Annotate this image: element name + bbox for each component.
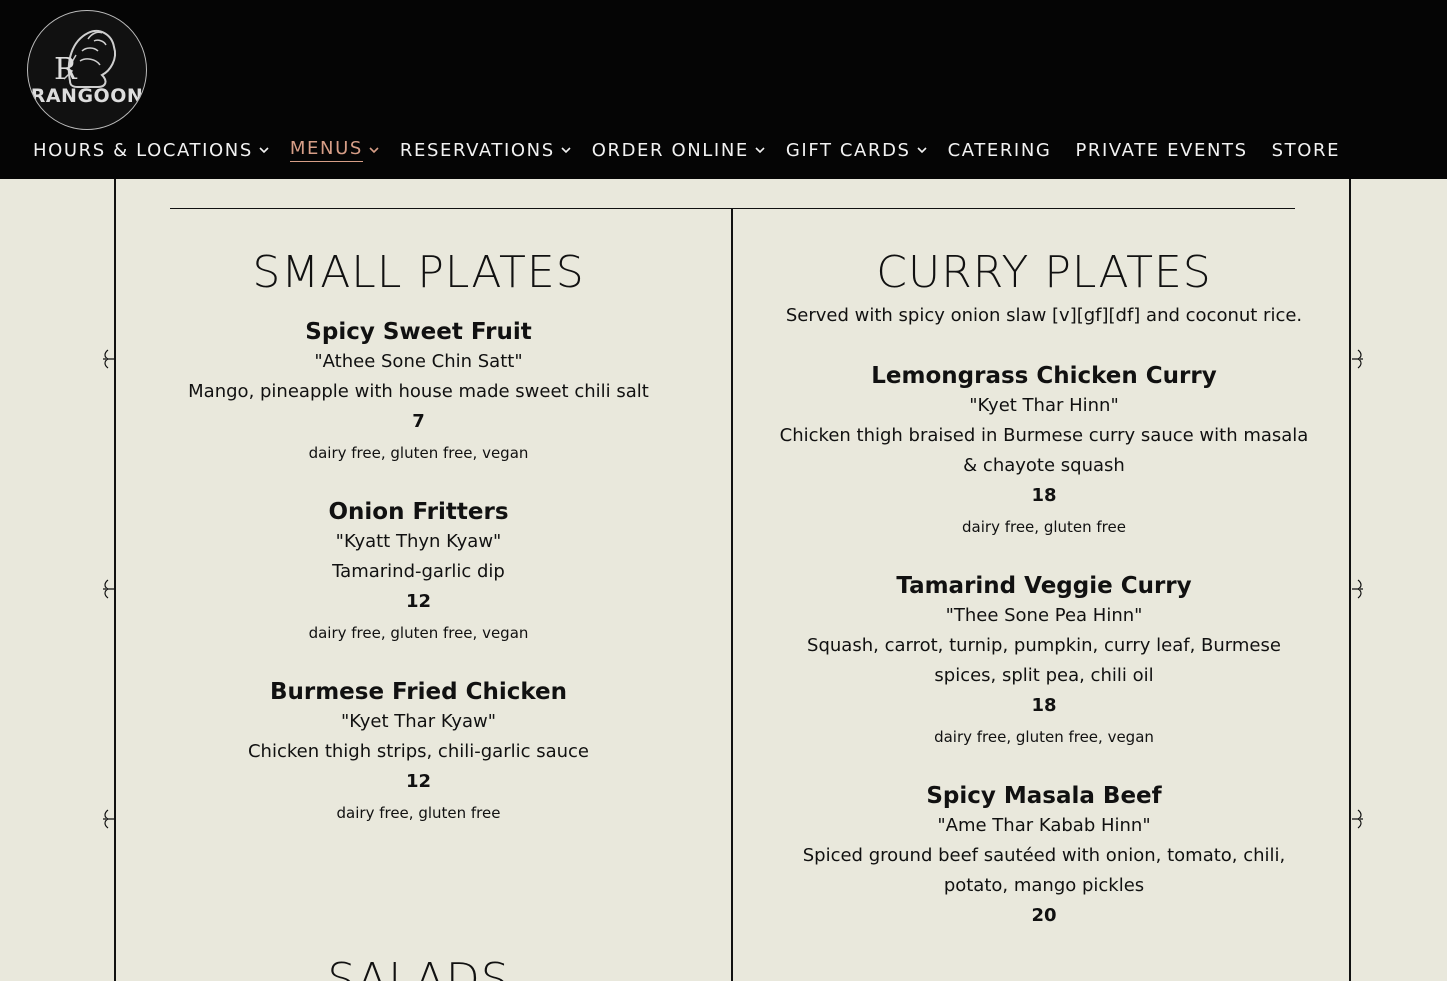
nav-hours-locations[interactable]: HOURS & LOCATIONS bbox=[33, 136, 270, 164]
menu-item: Lemongrass Chicken Curry "Kyet Thar Hinn… bbox=[775, 361, 1313, 543]
nav-reservations[interactable]: RESERVATIONS bbox=[400, 136, 572, 164]
item-price: 20 bbox=[1031, 905, 1057, 926]
nav-store[interactable]: STORE bbox=[1272, 136, 1340, 164]
ornament-icon bbox=[103, 809, 114, 829]
nav-label: CATERING bbox=[947, 139, 1052, 161]
nav-label: STORE bbox=[1271, 139, 1341, 161]
nav-gift-cards[interactable]: GIFT CARDS bbox=[786, 136, 928, 164]
menu-item: Onion Fritters "Kyatt Thyn Kyaw" Tamarin… bbox=[150, 497, 687, 649]
item-price: 7 bbox=[412, 411, 425, 432]
ornament-icon bbox=[1352, 809, 1363, 829]
column-divider bbox=[731, 209, 733, 981]
small-plates-section: SMALL PLATES Spicy Sweet Fruit "Athee So… bbox=[150, 245, 687, 829]
salads-section: SALADS bbox=[150, 952, 687, 981]
curry-plates-section: CURRY PLATES Served with spicy onion sla… bbox=[775, 245, 1313, 931]
menu-item: Tamarind Veggie Curry "Thee Sone Pea Hin… bbox=[775, 571, 1313, 753]
nav-label: MENUS bbox=[289, 138, 363, 162]
svg-text:R: R bbox=[54, 52, 78, 87]
section-title: CURRY PLATES bbox=[876, 247, 1212, 298]
section-note: Served with spicy onion slaw [v][gf][df]… bbox=[785, 305, 1303, 326]
item-price: 12 bbox=[405, 771, 432, 792]
item-name: Lemongrass Chicken Curry bbox=[871, 363, 1217, 389]
item-burmese-name: "Kyet Thar Hinn" bbox=[969, 395, 1119, 416]
chevron-down-icon bbox=[560, 144, 572, 156]
item-description: Tamarind-garlic dip bbox=[332, 561, 505, 582]
ornament-icon bbox=[1352, 579, 1363, 599]
menu-item: Spicy Masala Beef "Ame Thar Kabab Hinn" … bbox=[775, 781, 1313, 931]
ornament-icon bbox=[103, 579, 114, 599]
item-price: 18 bbox=[1031, 485, 1057, 506]
nav-menus[interactable]: MENUS bbox=[289, 136, 380, 164]
nav-order-online[interactable]: ORDER ONLINE bbox=[592, 136, 766, 164]
section-title: SALADS bbox=[327, 954, 510, 981]
site-header: R RANGOON HOURS & LOCATIONS MENUS RESERV… bbox=[0, 0, 1447, 179]
item-burmese-name: "Kyet Thar Kyaw" bbox=[340, 711, 496, 732]
item-burmese-name: "Thee Sone Pea Hinn" bbox=[945, 605, 1143, 626]
rangoon-logo[interactable]: R RANGOON bbox=[27, 10, 147, 130]
nav-private-events[interactable]: PRIVATE EVENTS bbox=[1075, 136, 1247, 164]
item-description: Chicken thigh strips, chili-garlic sauce bbox=[247, 741, 590, 762]
item-name: Spicy Masala Beef bbox=[926, 783, 1162, 809]
logo-wordmark: RANGOON bbox=[30, 85, 144, 107]
nav-label: GIFT CARDS bbox=[785, 139, 911, 161]
item-description: Mango, pineapple with house made sweet c… bbox=[188, 381, 649, 402]
item-price: 18 bbox=[1031, 695, 1057, 716]
item-price: 12 bbox=[405, 591, 432, 612]
item-name: Spicy Sweet Fruit bbox=[305, 319, 532, 345]
lion-emblem-icon: R bbox=[54, 29, 116, 88]
chevron-down-icon bbox=[916, 144, 928, 156]
item-name: Onion Fritters bbox=[328, 499, 509, 525]
nav-label: RESERVATIONS bbox=[399, 139, 555, 161]
nav-label: HOURS & LOCATIONS bbox=[33, 139, 253, 161]
item-description: Spiced ground beef sautéed with onion, t… bbox=[802, 845, 1286, 896]
item-burmese-name: "Ame Thar Kabab Hinn" bbox=[937, 815, 1151, 836]
chevron-down-icon bbox=[258, 144, 270, 156]
item-dietary-info: dairy free, gluten free, vegan bbox=[934, 728, 1154, 746]
chevron-down-icon bbox=[368, 144, 380, 156]
item-burmese-name: "Kyatt Thyn Kyaw" bbox=[335, 531, 502, 552]
menu-item: Burmese Fried Chicken "Kyet Thar Kyaw" C… bbox=[150, 677, 687, 829]
item-dietary-info: dairy free, gluten free, vegan bbox=[308, 624, 529, 642]
nav-label: PRIVATE EVENTS bbox=[1075, 139, 1248, 161]
item-burmese-name: "Athee Sone Chin Satt" bbox=[314, 351, 523, 372]
section-title: SMALL PLATES bbox=[252, 247, 585, 298]
nav-catering[interactable]: CATERING bbox=[948, 136, 1052, 164]
ornament-icon bbox=[1352, 349, 1363, 369]
item-dietary-info: dairy free, gluten free bbox=[962, 518, 1126, 536]
nav-label: ORDER ONLINE bbox=[591, 139, 749, 161]
item-name: Burmese Fried Chicken bbox=[269, 679, 568, 705]
item-description: Squash, carrot, turnip, pumpkin, curry l… bbox=[807, 635, 1281, 686]
item-dietary-info: dairy free, gluten free bbox=[336, 804, 501, 822]
item-description: Chicken thigh braised in Burmese curry s… bbox=[779, 425, 1309, 476]
item-dietary-info: dairy free, gluten free, vegan bbox=[308, 444, 529, 462]
ornament-icon bbox=[103, 349, 114, 369]
menu-item: Spicy Sweet Fruit "Athee Sone Chin Satt"… bbox=[150, 317, 687, 469]
item-name: Tamarind Veggie Curry bbox=[896, 573, 1192, 599]
main-nav: HOURS & LOCATIONS MENUS RESERVATIONS ORD… bbox=[33, 136, 1360, 164]
chevron-down-icon bbox=[754, 144, 766, 156]
